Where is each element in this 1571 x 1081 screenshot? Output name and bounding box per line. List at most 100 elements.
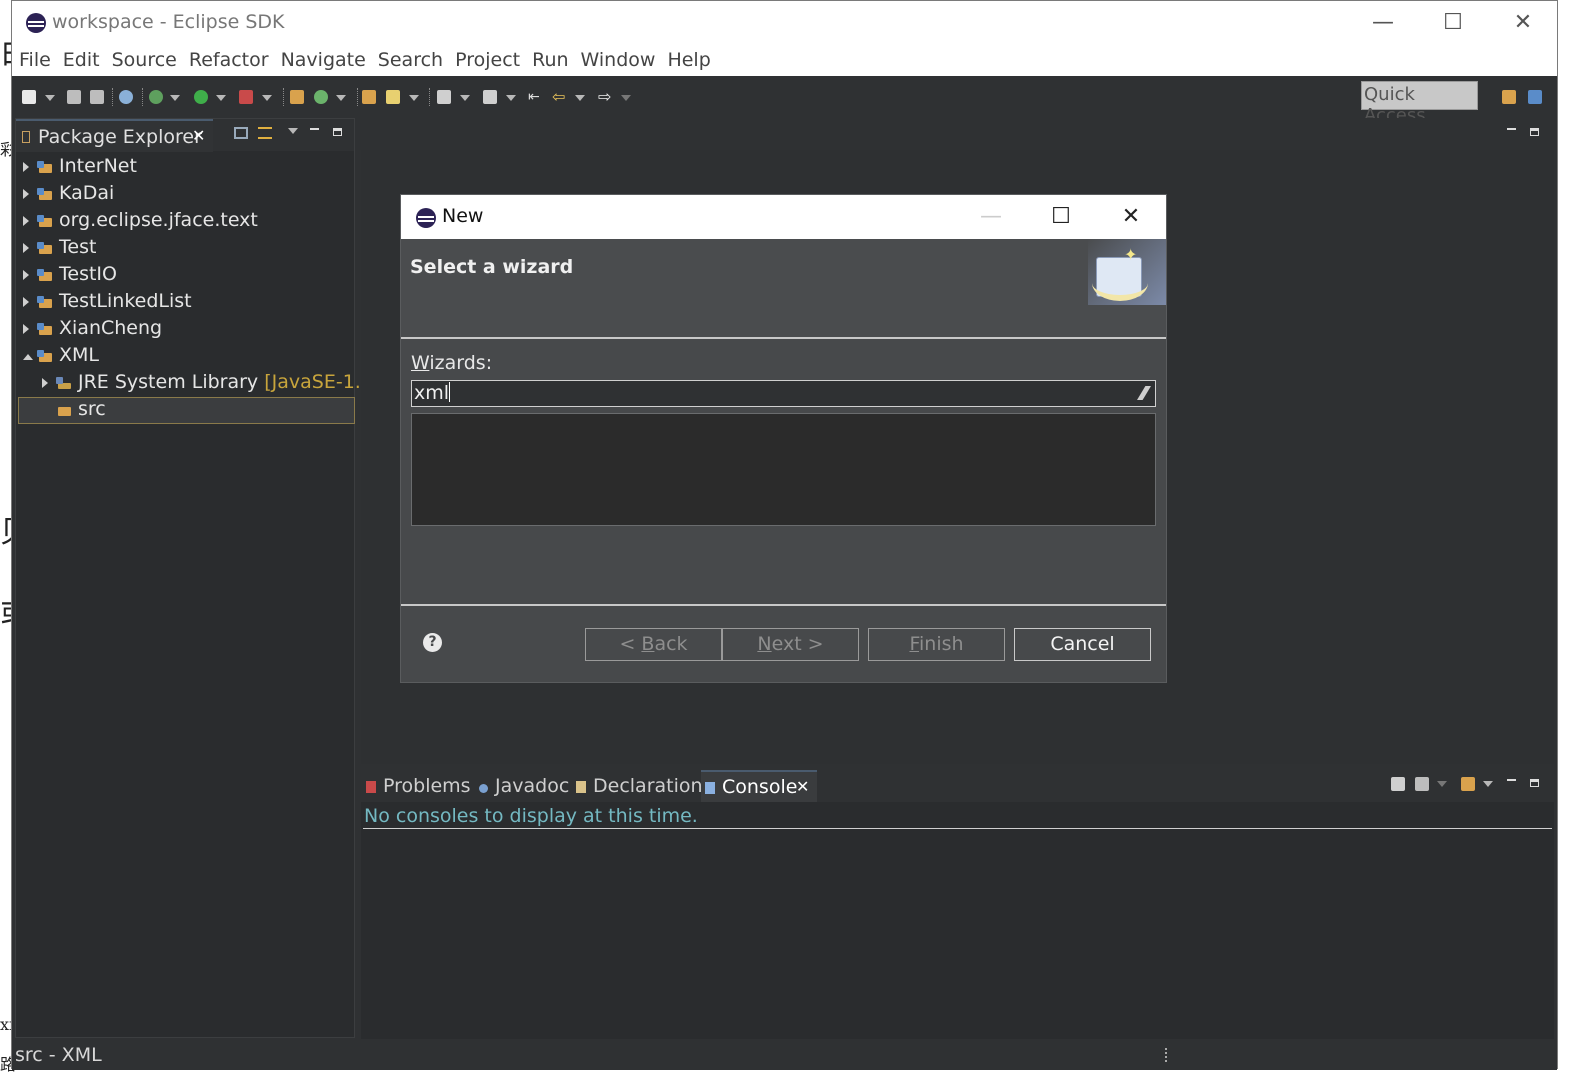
- menu-source[interactable]: Source: [105, 45, 182, 71]
- help-icon[interactable]: ?: [423, 633, 442, 652]
- external-tools-icon[interactable]: [239, 90, 253, 104]
- menu-help[interactable]: Help: [660, 45, 715, 71]
- external-tools-dropdown-icon[interactable]: [262, 95, 272, 101]
- close-icon[interactable]: ✕: [192, 126, 205, 145]
- expand-arrow-icon[interactable]: [23, 189, 29, 199]
- tab-package-explorer[interactable]: Package Explorer ✕: [16, 119, 213, 152]
- display-console-dropdown-icon[interactable]: [1437, 781, 1447, 787]
- wizard-filter-input[interactable]: xml: [411, 380, 1156, 407]
- close-icon[interactable]: ✕: [796, 777, 809, 796]
- clear-filter-icon[interactable]: [1137, 386, 1151, 400]
- tab-problems[interactable]: Problems: [366, 775, 471, 797]
- skip-breakpoints-icon[interactable]: [119, 90, 133, 104]
- menu-project[interactable]: Project: [448, 45, 525, 71]
- tab-label: Javadoc: [495, 775, 570, 797]
- tab-javadoc[interactable]: Javadoc: [479, 775, 569, 797]
- toolbar-separator: [112, 88, 113, 106]
- open-perspective-icon[interactable]: [1502, 90, 1516, 104]
- tree-item-label-wrap: JRE System Library [JavaSE-1.8]: [78, 371, 380, 393]
- display-console-icon[interactable]: [1415, 777, 1429, 791]
- minimize-view-icon[interactable]: [310, 128, 319, 130]
- menu-refactor[interactable]: Refactor: [182, 45, 274, 71]
- back-icon[interactable]: ⇦: [552, 89, 566, 105]
- expand-arrow-icon[interactable]: [23, 162, 29, 172]
- expand-arrow-icon[interactable]: [23, 243, 29, 253]
- run-dropdown-icon[interactable]: [216, 95, 226, 101]
- minimize-editor-icon[interactable]: [1507, 128, 1516, 130]
- expand-arrow-icon[interactable]: [42, 378, 48, 388]
- menu-window[interactable]: Window: [574, 45, 661, 71]
- run-icon[interactable]: [194, 90, 208, 104]
- view-menu-icon[interactable]: [288, 128, 298, 134]
- wizard-tree-list[interactable]: [411, 413, 1156, 526]
- forward-icon[interactable]: ⇨: [598, 89, 612, 105]
- maximize-editor-icon[interactable]: [1530, 128, 1539, 136]
- save-all-icon[interactable]: [90, 90, 104, 104]
- save-icon[interactable]: [67, 90, 81, 104]
- expand-arrow-icon[interactable]: [23, 324, 29, 334]
- open-console-icon[interactable]: [1391, 777, 1405, 791]
- toggle-editor-icon[interactable]: [437, 90, 451, 104]
- debug-icon[interactable]: [149, 90, 163, 104]
- next-annotation-icon[interactable]: [483, 90, 497, 104]
- minimize-button[interactable]: —: [1360, 7, 1406, 39]
- maximize-button[interactable]: ☐: [1430, 7, 1476, 39]
- java-project-icon: [37, 350, 53, 364]
- new-dropdown-icon[interactable]: [45, 95, 55, 101]
- dialog-heading: Select a wizard: [410, 256, 574, 278]
- last-edit-location-icon[interactable]: ⇤: [528, 90, 542, 104]
- menu-edit[interactable]: Edit: [56, 45, 105, 71]
- dialog-header: Select a wizard ✦: [401, 239, 1166, 339]
- link-with-editor-icon[interactable]: [258, 127, 272, 139]
- menu-search[interactable]: Search: [371, 45, 448, 71]
- maximize-view-icon[interactable]: [333, 128, 342, 136]
- open-type-icon[interactable]: [362, 90, 376, 104]
- library-icon: [56, 377, 72, 391]
- annotation-nav-dropdown-icon[interactable]: [506, 95, 516, 101]
- expand-arrow-icon[interactable]: [23, 270, 29, 280]
- new-icon[interactable]: [22, 90, 36, 104]
- menu-bar: File Edit Source Refactor Navigate Search Proj…: [12, 45, 1557, 76]
- dialog-maximize-button[interactable]: ☐: [1038, 201, 1084, 233]
- expand-arrow-icon[interactable]: [23, 216, 29, 226]
- cancel-button[interactable]: Cancel: [1014, 628, 1151, 661]
- console-tab-content: Console: [705, 776, 797, 798]
- menu-navigate[interactable]: Navigate: [274, 45, 371, 71]
- dialog-titlebar[interactable]: New — ☐ ✕: [401, 195, 1166, 239]
- next-button: Next >: [722, 628, 859, 661]
- debug-dropdown-icon[interactable]: [170, 95, 180, 101]
- status-separator: [1165, 1048, 1167, 1062]
- maximize-view-icon[interactable]: [1530, 779, 1539, 787]
- menu-file[interactable]: File: [12, 45, 56, 71]
- new-java-package-icon[interactable]: [290, 90, 304, 104]
- annotation-dropdown-icon[interactable]: [460, 95, 470, 101]
- minimize-view-icon[interactable]: [1507, 779, 1516, 781]
- new-console-icon[interactable]: [1461, 777, 1475, 791]
- new-wizard-dialog: New — ☐ ✕ Select a wizard ✦ Wizards: xml…: [400, 194, 1167, 683]
- java-project-icon: [37, 188, 53, 202]
- java-project-icon: [37, 161, 53, 175]
- forward-dropdown-icon[interactable]: [621, 95, 631, 101]
- new-java-class-icon[interactable]: [314, 90, 328, 104]
- tree-item-label: src: [78, 398, 106, 420]
- tab-declaration[interactable]: Declaration: [576, 775, 703, 797]
- tab-console[interactable]: Console ✕: [701, 770, 817, 802]
- close-button[interactable]: ✕: [1500, 7, 1546, 39]
- quick-access-field[interactable]: Quick Access: [1361, 81, 1478, 126]
- javadoc-icon: [479, 784, 488, 793]
- window-titlebar[interactable]: workspace - Eclipse SDK — ☐ ✕: [12, 1, 1557, 45]
- bottom-tab-bar: Problems Javadoc Declaration Console ✕: [361, 769, 1554, 802]
- java-perspective-icon[interactable]: [1528, 90, 1542, 104]
- dialog-close-button[interactable]: ✕: [1108, 201, 1154, 233]
- collapse-all-icon[interactable]: [234, 127, 248, 139]
- search-dropdown-icon[interactable]: [409, 95, 419, 101]
- new-console-dropdown-icon[interactable]: [1483, 781, 1493, 787]
- menu-run[interactable]: Run: [525, 45, 573, 71]
- back-pre: <: [619, 633, 642, 655]
- search-icon[interactable]: [386, 90, 400, 104]
- collapse-arrow-icon[interactable]: [23, 354, 33, 360]
- new-class-dropdown-icon[interactable]: [336, 95, 346, 101]
- wizard-swoosh-shape: [1092, 265, 1148, 301]
- expand-arrow-icon[interactable]: [23, 297, 29, 307]
- back-dropdown-icon[interactable]: [575, 95, 585, 101]
